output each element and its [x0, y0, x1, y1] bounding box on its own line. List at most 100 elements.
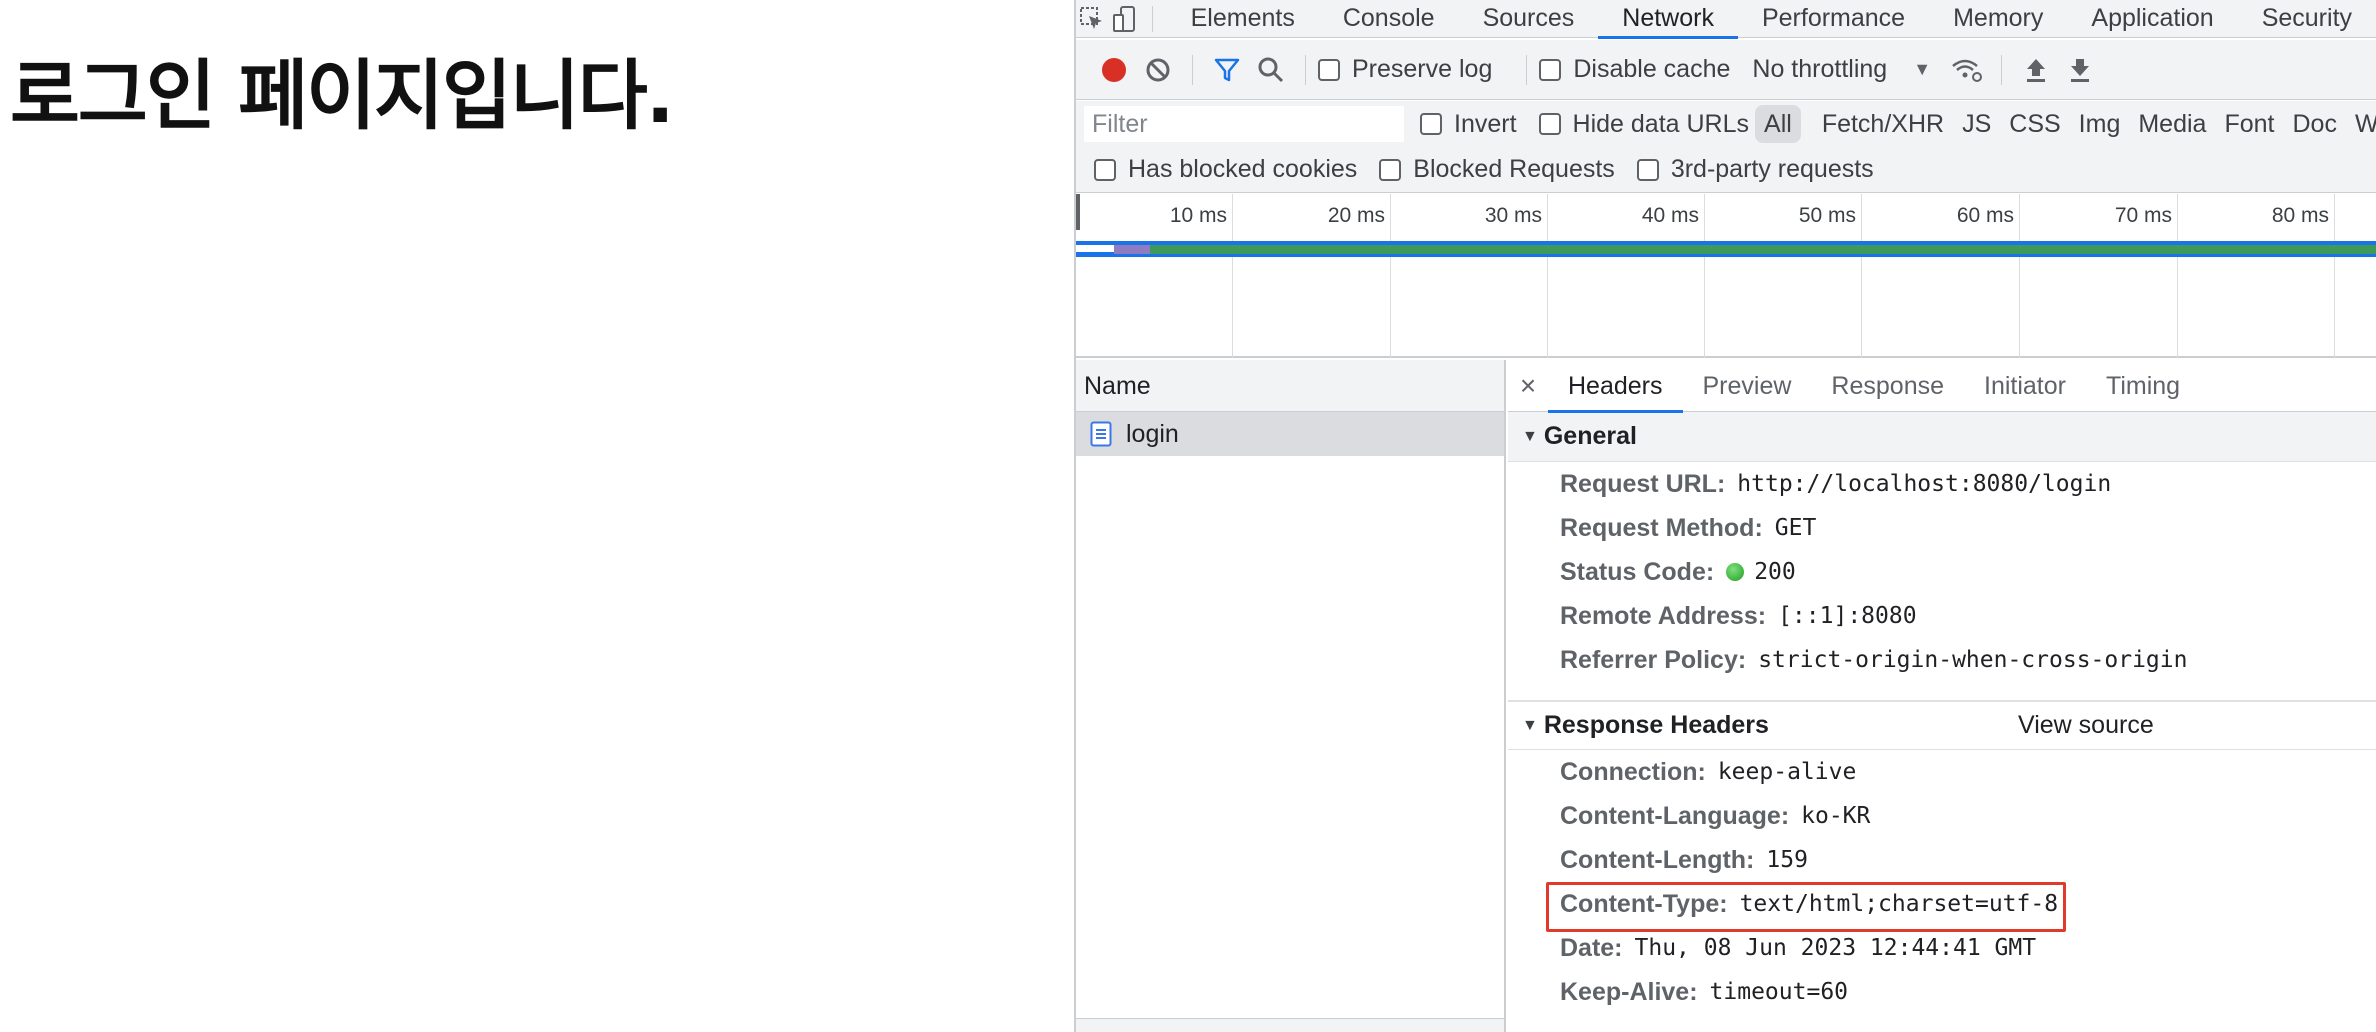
toolbar-divider — [1192, 54, 1193, 85]
tab-network[interactable]: Network — [1598, 0, 1738, 39]
filter-type-js[interactable]: JS — [1953, 105, 2000, 143]
header-key: Remote Address: — [1560, 601, 1767, 630]
view-source-button[interactable]: View source — [2018, 711, 2154, 740]
hide-data-urls-checkbox[interactable]: Hide data URLs — [1538, 110, 1749, 139]
checkbox-box[interactable] — [1420, 113, 1442, 135]
timeline-tick: 60 ms — [1957, 194, 2020, 358]
header-key: Request URL: — [1560, 469, 1726, 498]
tab-application[interactable]: Application — [2067, 0, 2237, 38]
header-value: text/html;charset=utf-8 — [1739, 891, 2059, 917]
section-title: General — [1543, 422, 1637, 450]
tab-performance[interactable]: Performance — [1738, 0, 1929, 38]
search-button[interactable] — [1249, 48, 1293, 92]
filter-type-img[interactable]: Img — [2070, 105, 2130, 143]
tab-sources[interactable]: Sources — [1459, 0, 1599, 38]
filter-type-font[interactable]: Font — [2215, 105, 2283, 143]
tab-headers[interactable]: Headers — [1548, 360, 1683, 413]
header-value: keep-alive — [1717, 759, 1857, 785]
toolbar-divider — [1526, 54, 1528, 85]
tab-response[interactable]: Response — [1811, 360, 1964, 412]
response-headers-section-header[interactable]: ▼ Response Headers View source — [1508, 700, 2376, 750]
header-row: Status Code: 200 — [1508, 550, 2376, 594]
checkbox-box[interactable] — [1379, 158, 1402, 181]
third-party-requests-checkbox[interactable]: 3rd-party requests — [1636, 155, 1874, 184]
header-value: [::1]:8080 — [1778, 603, 1917, 629]
throttling-select[interactable]: No throttling ▼ — [1752, 55, 1931, 84]
inspect-element-icon[interactable] — [1076, 0, 1109, 38]
record-button[interactable] — [1092, 48, 1136, 92]
chevron-down-icon: ▼ — [1913, 59, 1932, 79]
header-row-highlighted: Content-Type: text/html;charset=utf-8 — [1508, 882, 2376, 932]
triangle-down-icon: ▼ — [1522, 427, 1538, 445]
header-row: Content-Length: 159 — [1508, 838, 2376, 882]
blocked-requests-label: Blocked Requests — [1413, 155, 1615, 183]
timeline-tick: 50 ms — [1799, 194, 1862, 358]
timeline-tick: 70 ms — [2115, 194, 2178, 358]
devtools-tab-bar: Elements Console Sources Network Perform… — [1076, 0, 2376, 39]
toolbar-divider — [1151, 5, 1153, 32]
checkbox-box[interactable] — [1094, 158, 1116, 181]
clear-icon — [1146, 58, 1170, 81]
header-key: Connection: — [1560, 757, 1706, 786]
close-icon[interactable]: × — [1508, 370, 1548, 402]
checkbox-box[interactable] — [1636, 158, 1659, 181]
filter-toggle-button[interactable] — [1205, 48, 1249, 92]
filter-type-doc[interactable]: Doc — [2283, 105, 2345, 143]
import-har-button[interactable] — [2014, 48, 2058, 92]
search-icon — [1258, 57, 1284, 82]
name-column-header[interactable]: Name — [1076, 360, 1504, 412]
checkbox-box[interactable] — [1318, 58, 1340, 81]
has-blocked-cookies-label: Has blocked cookies — [1128, 155, 1358, 183]
blocked-requests-checkbox[interactable]: Blocked Requests — [1379, 155, 1615, 184]
filter-type-ws[interactable]: W — [2346, 105, 2376, 143]
tab-elements[interactable]: Elements — [1167, 0, 1319, 38]
device-toolbar-icon[interactable] — [1109, 0, 1142, 38]
checkbox-box[interactable] — [1538, 113, 1561, 135]
invert-checkbox[interactable]: Invert — [1420, 110, 1517, 139]
general-section-header[interactable]: ▼ General — [1508, 412, 2376, 462]
tab-security[interactable]: Security — [2238, 0, 2376, 38]
details-tab-bar: × Headers Preview Response Initiator Tim… — [1508, 360, 2376, 413]
toolbar-divider — [2001, 54, 2003, 85]
network-toolbar: Preserve log Disable cache No throttling… — [1076, 40, 2376, 100]
header-row: Request Method: GET — [1508, 506, 2376, 550]
timeline-tick: 40 ms — [1642, 194, 1705, 358]
clear-button[interactable] — [1136, 48, 1180, 92]
tab-console[interactable]: Console — [1319, 0, 1459, 38]
header-row: Date: Thu, 08 Jun 2023 12:44:41 GMT — [1508, 926, 2376, 970]
filter-type-css[interactable]: CSS — [2000, 105, 2069, 143]
export-har-button[interactable] — [2058, 48, 2102, 92]
tab-preview[interactable]: Preview — [1683, 360, 1812, 412]
filter-type-fetch-xhr[interactable]: Fetch/XHR — [1813, 105, 1953, 143]
network-overview-timeline[interactable]: 10 ms 20 ms 30 ms 40 ms 50 ms 60 ms 70 m… — [1076, 194, 2376, 358]
filter-bar-secondary: Has blocked cookies Blocked Requests 3rd… — [1076, 147, 2376, 193]
header-row: Referrer Policy: strict-origin-when-cross… — [1508, 638, 2376, 682]
tab-memory[interactable]: Memory — [1929, 0, 2067, 38]
filter-input[interactable] — [1084, 106, 1404, 142]
preserve-log-checkbox[interactable]: Preserve log — [1318, 55, 1492, 84]
header-key: Date: — [1560, 933, 1623, 962]
header-key: Referrer Policy: — [1560, 645, 1747, 674]
checkbox-box[interactable] — [1539, 58, 1562, 81]
timeline-start-marker — [1076, 194, 1080, 230]
tab-timing[interactable]: Timing — [2086, 360, 2200, 412]
timeline-tick: 10 ms — [1170, 194, 1233, 358]
filter-type-media[interactable]: Media — [2129, 105, 2215, 143]
disable-cache-label: Disable cache — [1573, 55, 1731, 83]
header-key: Request Method: — [1560, 513, 1763, 542]
tab-initiator[interactable]: Initiator — [1964, 360, 2086, 412]
header-value: http://localhost:8080/login — [1737, 471, 2112, 497]
preserve-log-label: Preserve log — [1352, 55, 1493, 83]
request-details: × Headers Preview Response Initiator Tim… — [1508, 360, 2376, 1032]
devtools-panel: Elements Console Sources Network Perform… — [1074, 0, 2376, 1032]
disable-cache-checkbox[interactable]: Disable cache — [1539, 55, 1730, 84]
download-icon — [2071, 58, 2090, 82]
page-heading: 로그인 페이지입니다. — [10, 51, 675, 140]
toolbar-divider — [1305, 54, 1306, 85]
filter-type-all[interactable]: All — [1755, 105, 1801, 143]
network-conditions-button[interactable] — [1945, 48, 1989, 92]
request-row-login[interactable]: login — [1076, 412, 1504, 456]
header-row: Content-Language: ko-KR — [1508, 794, 2376, 838]
filter-bar: Invert Hide data URLs All Fetch/XHR JS C… — [1076, 101, 2376, 147]
has-blocked-cookies-checkbox[interactable]: Has blocked cookies — [1094, 155, 1357, 184]
